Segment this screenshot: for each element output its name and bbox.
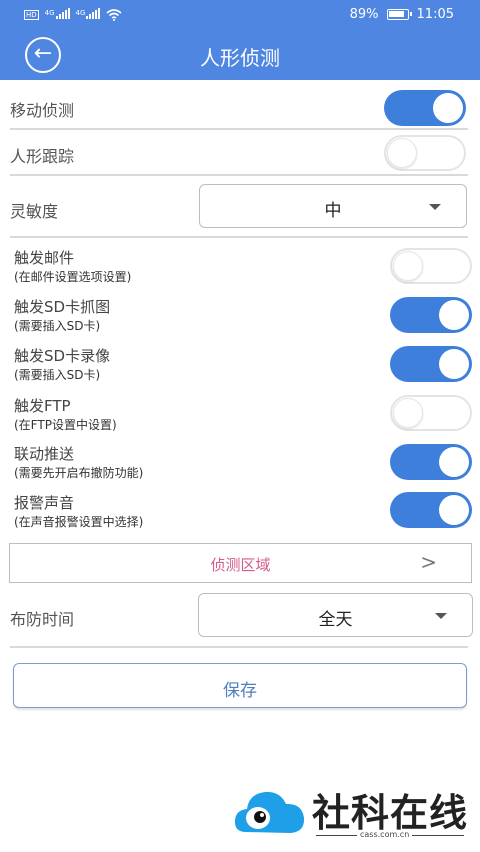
toggle-knob [393,398,423,428]
trigger-sd-record-toggle[interactable] [390,346,472,382]
signal-2-icon: 4G [76,8,101,22]
page-title: 人形侦测 [200,46,280,70]
alarm-sound-hint: (在声音报警设置中选择) [14,515,144,529]
toggle-knob [439,495,469,525]
watermark: 社科在线 cass.com.cn [232,780,472,848]
trigger-sd-snapshot-label: 触发SD卡抓图 [14,298,111,316]
motion-detect-label: 移动侦测 [10,101,75,120]
save-button[interactable]: 保存 [13,663,467,708]
cloud-logo-icon [234,791,305,833]
toggle-knob [439,447,469,477]
divider [10,236,468,238]
arming-time-select[interactable]: 全天 [198,593,473,637]
status-bar: HD 4G 4G 89% 11:05 [0,0,480,30]
trigger-sd-record-label: 触发SD卡录像 [14,347,111,365]
trigger-ftp-label: 触发FTP [14,397,71,415]
watermark-text: 社科在线 [312,791,469,835]
alarm-sound-toggle[interactable] [390,492,472,528]
linked-push-toggle[interactable] [390,444,472,480]
save-label: 保存 [223,681,257,701]
divider [10,128,468,130]
trigger-sd-record-hint: (需要插入SD卡) [14,368,101,382]
status-right: 89% 11:05 [350,7,454,22]
trigger-email-hint: (在邮件设置选项设置) [14,270,132,284]
detection-area-button[interactable]: 侦测区域 > [9,543,472,583]
motion-detect-toggle[interactable] [384,90,466,126]
human-track-label: 人形跟踪 [10,147,75,166]
battery-icon [386,9,412,20]
trigger-email-toggle[interactable] [390,248,472,284]
wifi-icon [106,9,122,21]
clock: 11:05 [416,7,454,22]
toggle-knob [439,300,469,330]
sensitivity-label: 灵敏度 [10,202,59,221]
toggle-knob [387,138,417,168]
trigger-ftp-toggle[interactable] [390,395,472,431]
dropdown-caret-icon [429,204,441,210]
linked-push-label: 联动推送 [14,445,75,463]
signal-1-icon: 4G [45,8,70,22]
detection-area-label: 侦测区域 [210,556,271,574]
trigger-sd-snapshot-hint: (需要插入SD卡) [14,319,101,333]
hd-icon: HD [24,10,39,20]
toggle-knob [433,93,463,123]
arming-time-label: 布防时间 [10,610,75,629]
arming-time-value: 全天 [318,610,353,630]
trigger-ftp-hint: (在FTP设置中设置) [14,418,117,432]
chevron-right-icon: > [420,550,437,574]
app-bar: ← 人形侦测 [0,30,480,80]
watermark-url: cass.com.cn [357,830,413,839]
linked-push-hint: (需要先开启布撤防功能) [14,466,144,480]
alarm-sound-label: 报警声音 [14,494,75,512]
human-track-toggle[interactable] [384,135,466,171]
sensitivity-value: 中 [324,201,342,221]
divider [10,646,468,648]
status-left: HD 4G 4G [24,8,122,22]
toggle-knob [439,349,469,379]
sensitivity-select[interactable]: 中 [199,184,467,228]
trigger-sd-snapshot-toggle[interactable] [390,297,472,333]
toggle-knob [393,251,423,281]
battery-percent: 89% [349,7,379,22]
divider [10,174,468,176]
dropdown-caret-icon [435,613,447,619]
trigger-email-label: 触发邮件 [14,249,75,267]
